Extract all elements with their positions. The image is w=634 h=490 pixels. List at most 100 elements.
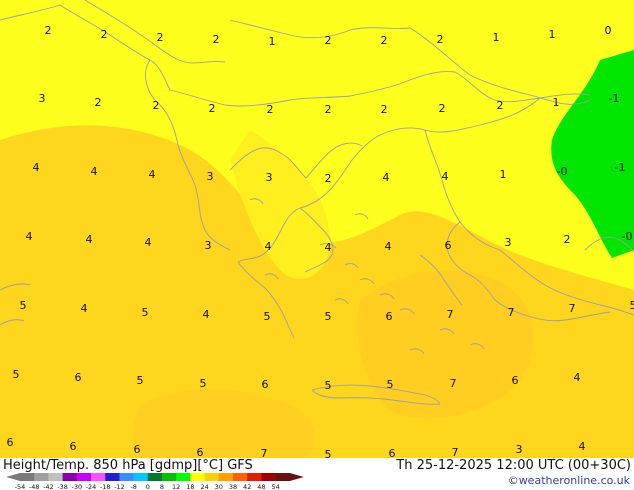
scale-swatch	[119, 473, 134, 481]
temperature-value: 3	[516, 443, 523, 456]
scale-swatch	[218, 473, 234, 481]
scale-tick-label: -42	[43, 483, 54, 490]
scale-swatch	[176, 473, 191, 481]
temperature-value: 3	[266, 171, 273, 184]
scale-swatch	[62, 473, 78, 481]
color-scale-ticks: -54 -48 -42 -38 -30 -24 -18 -12 -8 0 8 12 18 24 30 38 42…	[15, 483, 280, 490]
scale-swatch	[20, 473, 35, 481]
scale-swatch	[91, 473, 106, 481]
temperature-value: 5	[200, 377, 207, 390]
scale-tick-label: -38	[57, 483, 68, 490]
temperature-value: -1	[615, 161, 626, 174]
map-title: Height/Temp. 850 hPa [gdmp][°C] GFS	[3, 458, 253, 473]
temperature-value: 2	[101, 28, 108, 41]
temperature-value: 5	[325, 379, 332, 392]
scale-tick-label: -30	[71, 483, 82, 490]
scale-swatch	[261, 473, 276, 481]
temperature-value: 4	[149, 168, 156, 181]
temperature-value: 2	[157, 31, 164, 44]
temperature-value: 4	[81, 302, 88, 315]
scale-swatch	[233, 473, 248, 481]
temperature-value: 2	[564, 233, 571, 246]
temperature-value: 4	[579, 440, 586, 453]
temperature-value: 1	[553, 96, 560, 109]
scale-tick-label: -54	[15, 483, 26, 490]
color-scale: -54 -48 -42 -38 -30 -24 -18 -12 -8 0 8 12 18 24 30 38 42…	[6, 473, 304, 490]
scale-tick-label: -18	[100, 483, 111, 490]
temperature-value: 4	[203, 308, 210, 321]
scale-swatch	[247, 473, 262, 481]
temperature-value: 2	[95, 96, 102, 109]
temperature-value: 2	[325, 34, 332, 47]
temperature-value: 7	[452, 446, 459, 458]
temperature-value: -0	[557, 165, 568, 178]
temperature-value: 1	[269, 35, 276, 48]
scale-tick-label: -8	[130, 483, 136, 490]
scale-arrow-right	[289, 473, 304, 481]
temperature-value: 2	[325, 172, 332, 185]
scale-tick-label: 30	[215, 483, 223, 490]
temperature-value: 4	[33, 161, 40, 174]
temperature-value: 2	[381, 34, 388, 47]
temperature-value: 5	[264, 310, 271, 323]
temperature-value: -1	[609, 92, 620, 105]
temperature-value: 1	[549, 28, 556, 41]
scale-tick-label: 38	[229, 483, 237, 490]
temperature-value: 1	[493, 31, 500, 44]
temperature-value: 6	[70, 440, 77, 453]
scale-tick-label: 24	[200, 483, 208, 490]
temperature-value: 2	[381, 103, 388, 116]
temperature-value: 3	[207, 170, 214, 183]
scale-swatch	[275, 473, 291, 481]
temperature-value: 5	[20, 299, 27, 312]
temperature-value: 5	[630, 299, 634, 312]
temperature-value: 4	[145, 236, 152, 249]
map-footer: Height/Temp. 850 hPa [gdmp][°C] GFS Th 2…	[0, 458, 634, 490]
temperature-value: 0	[605, 24, 612, 37]
temperature-value: 3	[505, 236, 512, 249]
temperature-value: 4	[26, 230, 33, 243]
temperature-value: 7	[569, 302, 576, 315]
temperature-value: 6	[386, 310, 393, 323]
temperature-value: 4	[574, 371, 581, 384]
temperature-value: 2	[437, 33, 444, 46]
color-scale-swatches	[6, 473, 304, 481]
scale-tick-label: 42	[243, 483, 251, 490]
temperature-value: 6	[389, 447, 396, 458]
temperature-value: 5	[325, 310, 332, 323]
temperature-value: 5	[325, 448, 332, 458]
temperature-value: 2	[213, 33, 220, 46]
temperature-value: 5	[142, 306, 149, 319]
credit-link[interactable]: ©weatheronline.co.uk	[508, 474, 630, 487]
temperature-value: 6	[197, 446, 204, 458]
scale-swatch	[190, 473, 205, 481]
temperature-value: 5	[387, 378, 394, 391]
scale-tick-label: 18	[186, 483, 194, 490]
temperature-value: 1	[500, 168, 507, 181]
scale-arrow-left	[6, 473, 20, 481]
temperature-value: 4	[265, 240, 272, 253]
scale-swatch	[76, 473, 92, 481]
temperature-value: 4	[385, 240, 392, 253]
temperature-value: 6	[445, 239, 452, 252]
temperature-value: 4	[91, 165, 98, 178]
temperature-value: 6	[512, 374, 519, 387]
temperature-value: 4	[383, 171, 390, 184]
temperature-value: 7	[508, 306, 515, 319]
temperature-value: 6	[75, 371, 82, 384]
temperature-value: 2	[497, 99, 504, 112]
scale-swatch	[48, 473, 63, 481]
valid-time: Th 25-12-2025 12:00 UTC (00+30C)	[396, 458, 631, 473]
scale-tick-label: 8	[160, 483, 164, 490]
temperature-value: 2	[153, 99, 160, 112]
scale-tick-label: 54	[271, 483, 279, 490]
scale-tick-label: -48	[29, 483, 40, 490]
temperature-value: 7	[450, 377, 457, 390]
temperature-value: 5	[137, 374, 144, 387]
scale-tick-label: 12	[172, 483, 180, 490]
temperature-value: 7	[261, 447, 268, 458]
scale-swatch	[133, 473, 149, 481]
temperature-value: 2	[325, 103, 332, 116]
scale-tick-label: -12	[114, 483, 125, 490]
temperature-value: 2	[45, 24, 52, 37]
